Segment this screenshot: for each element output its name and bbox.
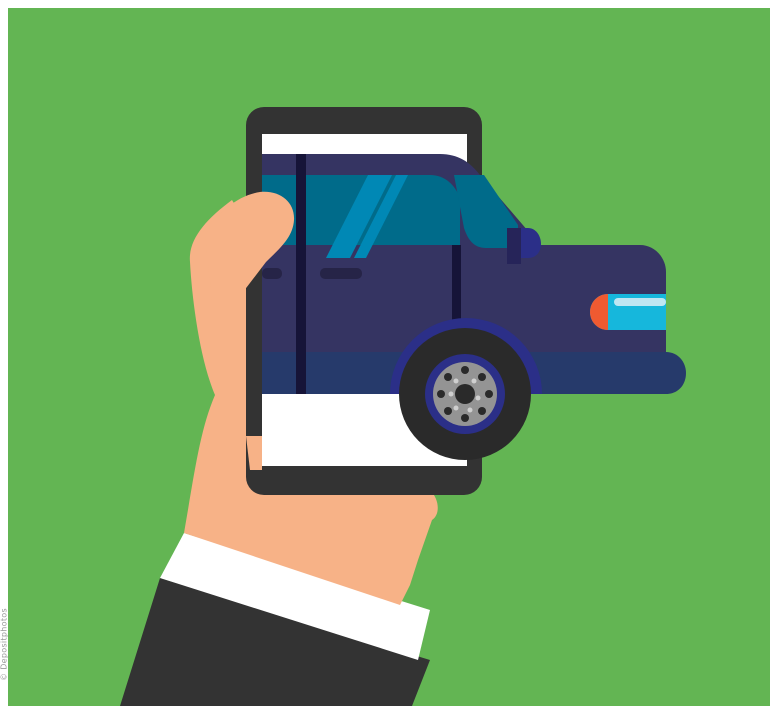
door-seam bbox=[452, 245, 461, 320]
hub bbox=[455, 384, 475, 404]
headlight bbox=[590, 294, 666, 330]
front-door-handle bbox=[320, 268, 362, 279]
illustration bbox=[0, 0, 770, 706]
window-pillar bbox=[296, 154, 306, 394]
photo-credit: © Depositphotos bbox=[0, 608, 9, 681]
front-wheel bbox=[399, 328, 531, 460]
rear-door-handle bbox=[262, 268, 282, 279]
